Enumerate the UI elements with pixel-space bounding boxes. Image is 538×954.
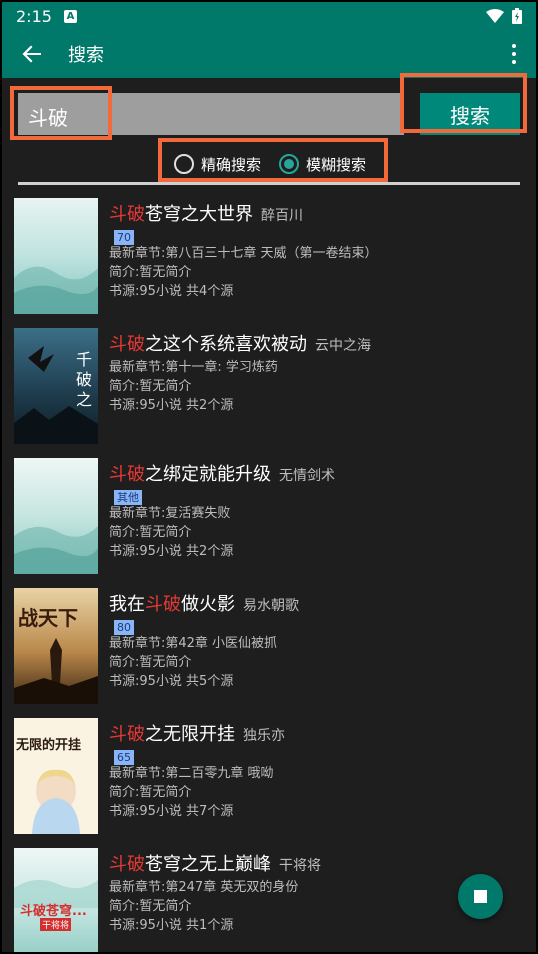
stop-icon xyxy=(474,890,487,903)
search-input[interactable]: 斗破 xyxy=(18,93,404,135)
radio-unchecked-icon xyxy=(174,154,194,174)
search-button[interactable]: 搜索 xyxy=(420,93,520,135)
book-source: 书源:95小说 共7个源 xyxy=(109,804,234,819)
book-intro: 简介:暂无简介 xyxy=(109,265,192,280)
book-cover: 战天下 xyxy=(14,588,98,704)
notification-icon: A xyxy=(63,9,77,23)
page-title: 搜索 xyxy=(68,45,104,66)
book-author: 易水朝歌 xyxy=(243,598,299,614)
latest-chapter: 最新章节:复活赛失败 xyxy=(109,506,231,521)
book-source: 书源:95小说 共2个源 xyxy=(109,398,234,413)
book-source: 书源:95小说 共4个源 xyxy=(109,284,234,299)
cover-title: 无限的开挂 xyxy=(16,738,82,753)
book-intro: 简介:暂无简介 xyxy=(109,525,192,540)
status-time: 2:15 xyxy=(16,6,52,26)
book-author: 醉百川 xyxy=(261,208,303,224)
latest-chapter: 最新章节:第二百零九章 哦呦 xyxy=(109,766,274,781)
latest-chapter: 最新章节:第八百三十七章 天威（第一卷结束） xyxy=(109,246,378,261)
book-tag: 70 xyxy=(114,230,134,245)
book-title: 斗破之无限开挂 xyxy=(109,724,235,745)
book-cover: 千破之 xyxy=(14,328,98,444)
book-title: 斗破苍穹之大世界 xyxy=(109,204,253,225)
book-tag: 其他 xyxy=(114,490,142,505)
radio-checked-icon xyxy=(279,154,300,174)
book-title: 斗破之这个系统喜欢被动 xyxy=(109,334,307,355)
result-list: 斗破苍穹之大世界 醉百川 70 最新章节:第八百三十七章 天威（第一卷结束） 简… xyxy=(0,194,538,954)
book-title: 斗破苍穹之无上巅峰 xyxy=(109,854,271,875)
radio-exact[interactable]: 精确搜索 xyxy=(174,154,261,175)
book-intro: 简介:暂无简介 xyxy=(109,655,192,670)
app-bar: 搜索 xyxy=(2,30,536,78)
book-cover xyxy=(14,198,98,314)
list-item[interactable]: 斗破之绑定就能升级 无情剑术 其他 最新章节:复活赛失败 简介:暂无简介 书源:… xyxy=(0,454,538,584)
latest-chapter: 最新章节:第42章 小医仙被抓 xyxy=(109,636,278,651)
radio-fuzzy-label: 模糊搜索 xyxy=(306,155,367,174)
arrow-left-icon xyxy=(22,45,41,63)
book-source: 书源:95小说 共2个源 xyxy=(109,544,234,559)
cover-title: 千破之 xyxy=(76,350,93,409)
book-cover: 无限的开挂 xyxy=(14,718,98,834)
more-vert-icon[interactable] xyxy=(492,30,536,78)
book-author: 独乐亦 xyxy=(243,728,285,744)
book-source: 书源:95小说 共5个源 xyxy=(109,674,234,689)
cover-title: 战天下 xyxy=(18,606,78,630)
list-item[interactable]: 战天下 我在斗破做火影 易水朝歌 80 最新章节:第42章 小医仙被抓 简介:暂… xyxy=(0,584,538,714)
search-row: 斗破 搜索 xyxy=(18,93,520,135)
book-source: 书源:95小说 共1个源 xyxy=(109,918,234,933)
list-item[interactable]: 千破之 斗破之这个系统喜欢被动 云中之海 最新章节:第十一章: 学习炼药 简介:… xyxy=(0,324,538,454)
book-intro: 简介:暂无简介 xyxy=(109,379,192,394)
divider xyxy=(18,182,520,185)
battery-icon xyxy=(512,8,522,24)
stop-button[interactable] xyxy=(458,874,503,919)
latest-chapter: 最新章节:第十一章: 学习炼药 xyxy=(109,360,278,375)
book-cover xyxy=(14,458,98,574)
back-button[interactable] xyxy=(2,30,62,78)
book-tag: 80 xyxy=(114,620,134,635)
cover-title: 斗破苍穹... xyxy=(20,904,87,919)
book-author: 干将将 xyxy=(279,858,321,874)
book-title: 我在斗破做火影 xyxy=(109,594,235,615)
book-tag: 65 xyxy=(114,750,134,765)
list-item[interactable]: 斗破苍穹之大世界 醉百川 70 最新章节:第八百三十七章 天威（第一卷结束） 简… xyxy=(0,194,538,324)
wifi-icon xyxy=(486,9,504,23)
book-author: 无情剑术 xyxy=(279,468,335,484)
book-title: 斗破之绑定就能升级 xyxy=(109,464,271,485)
cover-author: 干将将 xyxy=(40,918,72,931)
radio-exact-label: 精确搜索 xyxy=(201,155,262,174)
book-author: 云中之海 xyxy=(315,338,371,354)
search-mode-group: 精确搜索 模糊搜索 xyxy=(174,148,384,180)
book-cover: 斗破苍穹... 干将将 xyxy=(14,848,98,954)
list-item[interactable]: 无限的开挂 斗破之无限开挂 独乐亦 65 最新章节:第二百零九章 哦呦 简介:暂… xyxy=(0,714,538,844)
radio-fuzzy[interactable]: 模糊搜索 xyxy=(279,154,366,175)
status-bar: 2:15 A xyxy=(2,2,536,30)
book-intro: 简介:暂无简介 xyxy=(109,785,192,800)
